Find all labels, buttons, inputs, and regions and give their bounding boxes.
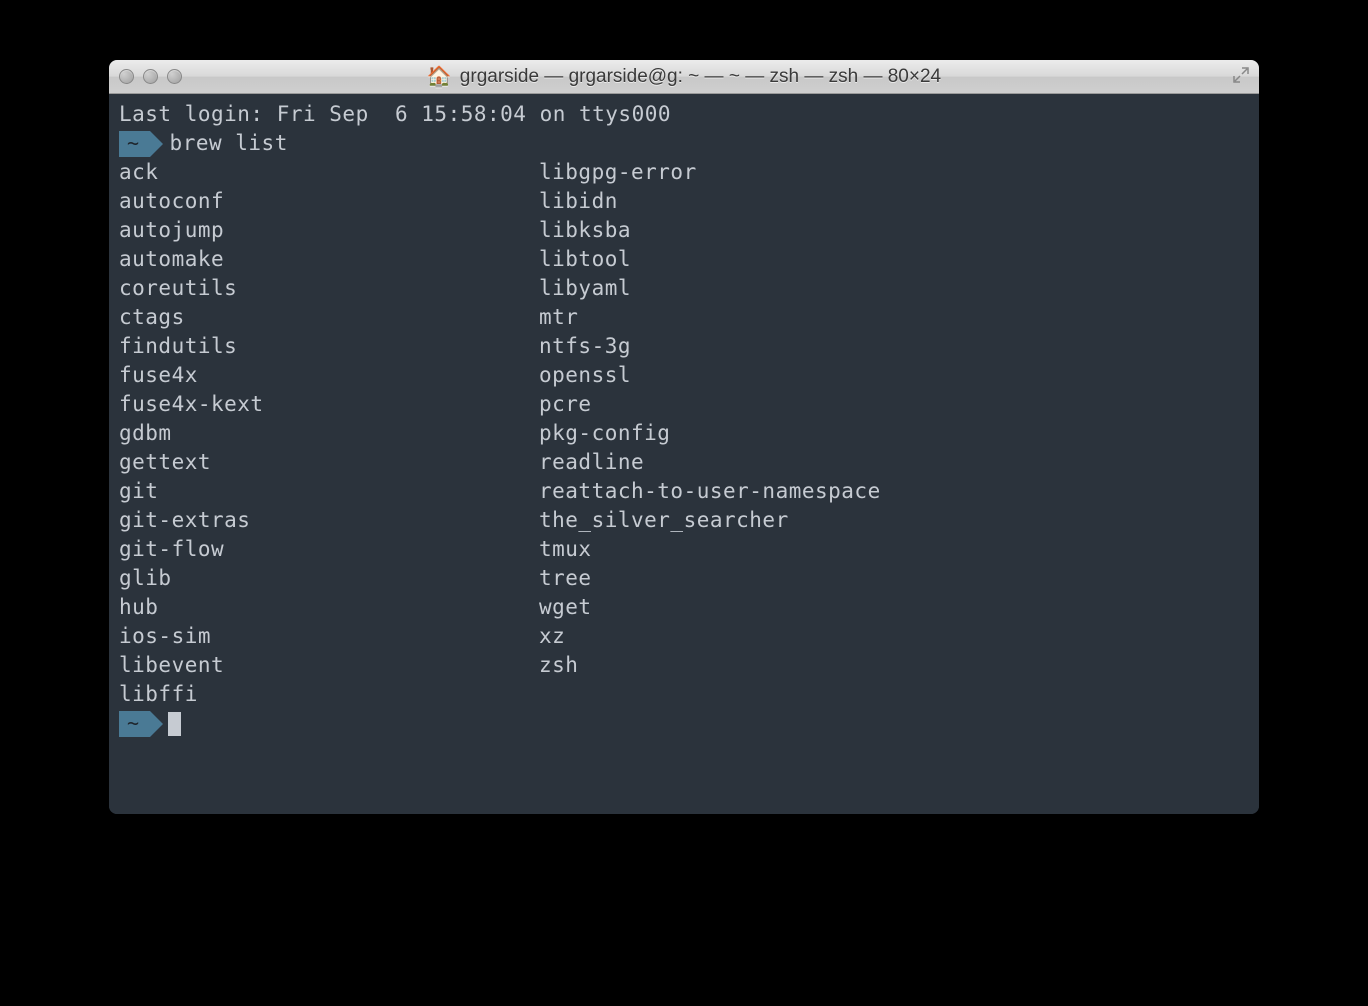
list-item: pkg-config bbox=[539, 419, 1249, 448]
list-item: wget bbox=[539, 593, 1249, 622]
list-item: tmux bbox=[539, 535, 1249, 564]
command-text: brew list bbox=[170, 129, 288, 158]
list-item: gettext bbox=[119, 448, 539, 477]
prompt-line-2: ~ bbox=[119, 709, 1249, 738]
list-item: gdbm bbox=[119, 419, 539, 448]
output-columns: ackautoconfautojumpautomakecoreutilsctag… bbox=[119, 158, 1249, 709]
prompt-symbol: ~ bbox=[127, 709, 140, 738]
list-item: coreutils bbox=[119, 274, 539, 303]
list-item: hub bbox=[119, 593, 539, 622]
home-icon: 🏠 bbox=[427, 64, 452, 89]
terminal-window: 🏠 grgarside — grgarside@g: ~ — ~ — zsh —… bbox=[109, 60, 1259, 814]
traffic-lights bbox=[119, 69, 182, 84]
list-item: ctags bbox=[119, 303, 539, 332]
list-item: autoconf bbox=[119, 187, 539, 216]
minimize-button[interactable] bbox=[143, 69, 158, 84]
list-item: glib bbox=[119, 564, 539, 593]
terminal-body[interactable]: Last login: Fri Sep 6 15:58:04 on ttys00… bbox=[109, 94, 1259, 814]
window-title-group: 🏠 grgarside — grgarside@g: ~ — ~ — zsh —… bbox=[427, 64, 941, 89]
list-item: git-flow bbox=[119, 535, 539, 564]
prompt-symbol: ~ bbox=[127, 129, 140, 158]
list-item: findutils bbox=[119, 332, 539, 361]
list-item: ack bbox=[119, 158, 539, 187]
window-titlebar[interactable]: 🏠 grgarside — grgarside@g: ~ — ~ — zsh —… bbox=[109, 60, 1259, 94]
window-title: grgarside — grgarside@g: ~ — ~ — zsh — z… bbox=[460, 66, 941, 88]
expand-icon[interactable] bbox=[1233, 67, 1249, 87]
list-item: reattach-to-user-namespace bbox=[539, 477, 1249, 506]
list-item: git bbox=[119, 477, 539, 506]
prompt-badge: ~ bbox=[119, 131, 150, 157]
list-item: libtool bbox=[539, 245, 1249, 274]
list-item: the_silver_searcher bbox=[539, 506, 1249, 535]
list-item: xz bbox=[539, 622, 1249, 651]
list-item: ios-sim bbox=[119, 622, 539, 651]
prompt-badge: ~ bbox=[119, 711, 150, 737]
list-item: readline bbox=[539, 448, 1249, 477]
list-item: zsh bbox=[539, 651, 1249, 680]
list-item: fuse4x-kext bbox=[119, 390, 539, 419]
list-item: ntfs-3g bbox=[539, 332, 1249, 361]
list-item: fuse4x bbox=[119, 361, 539, 390]
list-item: pcre bbox=[539, 390, 1249, 419]
list-item: libidn bbox=[539, 187, 1249, 216]
list-item: libksba bbox=[539, 216, 1249, 245]
list-item: mtr bbox=[539, 303, 1249, 332]
login-message: Last login: Fri Sep 6 15:58:04 on ttys00… bbox=[119, 100, 1249, 129]
list-item: libyaml bbox=[539, 274, 1249, 303]
output-column-2: libgpg-errorlibidnlibksbalibtoollibyamlm… bbox=[539, 158, 1249, 709]
zoom-button[interactable] bbox=[167, 69, 182, 84]
list-item: automake bbox=[119, 245, 539, 274]
list-item: libffi bbox=[119, 680, 539, 709]
list-item: tree bbox=[539, 564, 1249, 593]
list-item: libgpg-error bbox=[539, 158, 1249, 187]
list-item: libevent bbox=[119, 651, 539, 680]
list-item: autojump bbox=[119, 216, 539, 245]
list-item: git-extras bbox=[119, 506, 539, 535]
cursor bbox=[168, 712, 181, 736]
prompt-line-1: ~ brew list bbox=[119, 129, 1249, 158]
close-button[interactable] bbox=[119, 69, 134, 84]
list-item: openssl bbox=[539, 361, 1249, 390]
output-column-1: ackautoconfautojumpautomakecoreutilsctag… bbox=[119, 158, 539, 709]
